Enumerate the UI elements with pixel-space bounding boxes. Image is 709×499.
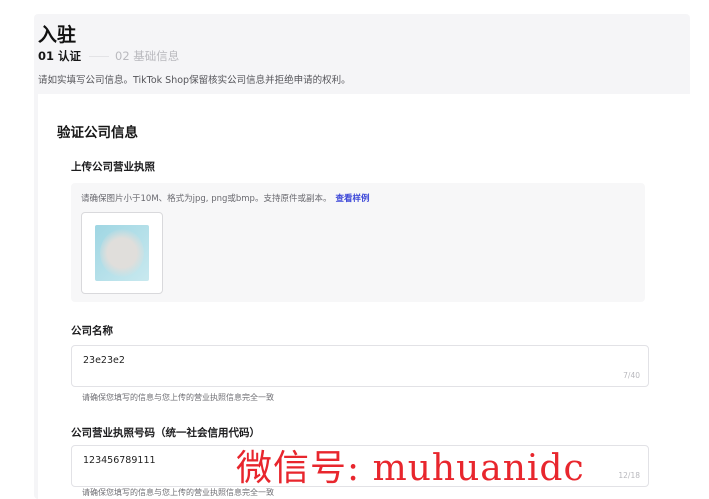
company-name-value: 23e23e2 <box>83 355 125 366</box>
page-description: 请如实填写公司信息。TikTok Shop保留核实公司信息并拒绝申请的权利。 <box>38 75 351 86</box>
page-title: 入驻 <box>38 24 77 46</box>
watermark: 微信号: muhuanidc <box>236 448 585 489</box>
view-example-link[interactable]: 查看样例 <box>335 194 369 204</box>
company-name-label: 公司名称 <box>71 325 113 337</box>
company-name-counter: 7/40 <box>623 371 640 380</box>
company-name-input[interactable]: 23e23e2 7/40 <box>71 345 649 387</box>
step-indicator: 01 认证 02 基础信息 <box>38 48 179 64</box>
license-image <box>95 225 149 281</box>
section-title: 验证公司信息 <box>57 125 138 141</box>
upload-label: 上传公司营业执照 <box>71 161 155 173</box>
step-1-label: 01 认证 <box>38 49 82 63</box>
license-number-label: 公司营业执照号码（统一社会信用代码） <box>71 427 260 439</box>
step-divider <box>89 55 110 57</box>
uploaded-license-thumbnail[interactable] <box>81 212 163 294</box>
license-number-counter: 12/18 <box>618 471 640 480</box>
license-number-value: 123456789111 <box>83 455 156 466</box>
blurred-region <box>100 229 144 277</box>
step-2-label: 02 基础信息 <box>115 49 180 63</box>
upload-hint: 请确保图片小于10M、格式为jpg, png或bmp。支持原件或副本。 查看样例 <box>81 192 369 204</box>
upload-hint-text: 请确保图片小于10M、格式为jpg, png或bmp。支持原件或副本。 <box>81 194 332 204</box>
company-name-help: 请确保您填写的信息与您上传的营业执照信息完全一致 <box>82 393 274 402</box>
